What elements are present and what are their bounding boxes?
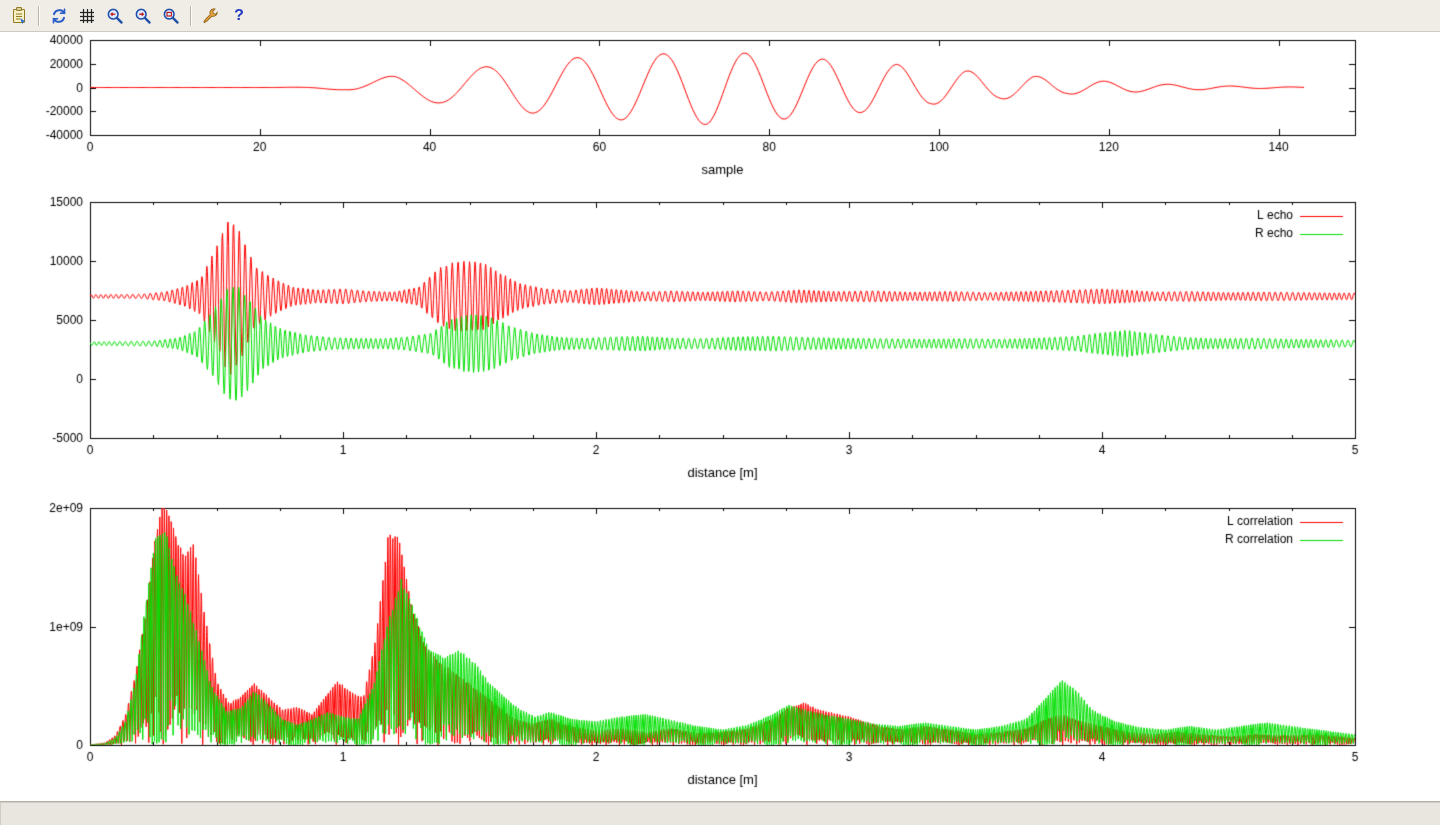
replot-button[interactable] [46,3,72,29]
echo-chart[interactable] [0,188,1440,493]
toolbar-separator [38,6,40,26]
help-glyph: ? [234,8,244,24]
replot-icon [49,6,69,26]
copy-to-clipboard-button[interactable] [6,3,32,29]
zoom-previous-button[interactable] [102,3,128,29]
zoom-next-icon [133,6,153,26]
autoscale-button[interactable] [158,3,184,29]
status-bar [0,801,1440,825]
pulse-waveform-chart[interactable] [0,32,1440,188]
toolbar: ? [0,0,1440,32]
help-button[interactable]: ? [226,3,252,29]
clipboard-copy-icon [9,6,29,26]
correlation-chart[interactable] [0,493,1440,801]
autoscale-icon [161,6,181,26]
help-icon: ? [229,6,249,26]
toolbar-separator [190,6,192,26]
gnuplot-window: ? [0,0,1440,825]
grid-toggle-button[interactable] [74,3,100,29]
grid-icon [77,6,97,26]
zoom-next-button[interactable] [130,3,156,29]
configure-button[interactable] [198,3,224,29]
zoom-previous-icon [105,6,125,26]
wrench-icon [201,6,221,26]
plot-area [0,32,1440,801]
